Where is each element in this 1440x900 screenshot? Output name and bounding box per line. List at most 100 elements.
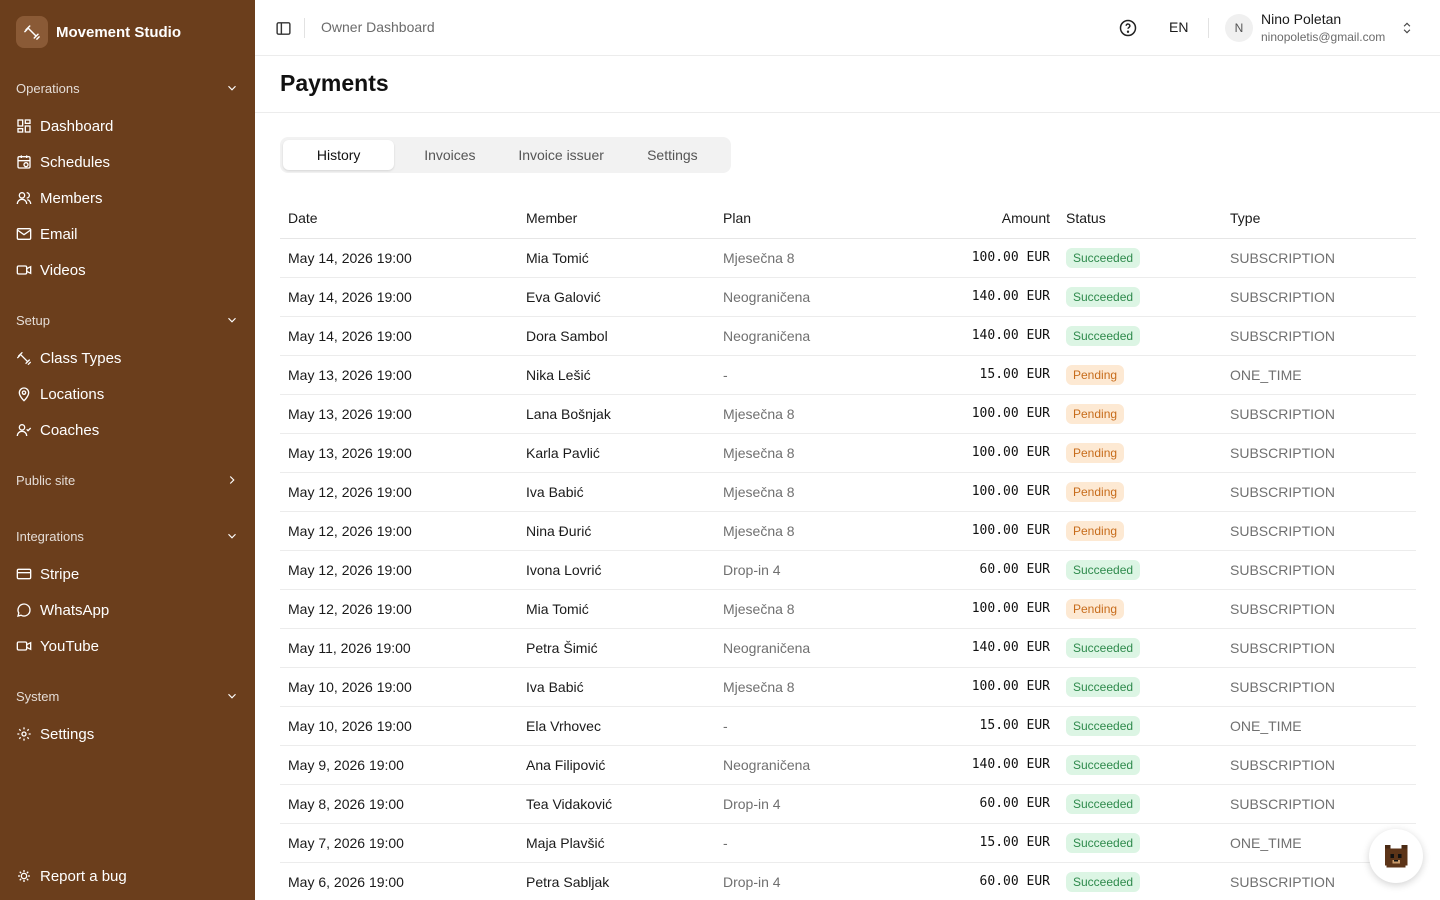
sidebar-item-coaches[interactable]: Coaches [0, 412, 255, 448]
table-row[interactable]: May 9, 2026 19:00 Ana Filipović Neograniče… [280, 745, 1416, 785]
column-header-amount[interactable]: Amount [865, 198, 1058, 239]
language-switcher[interactable]: EN [1169, 19, 1188, 35]
table-row[interactable]: May 8, 2026 19:00 Tea Vidaković Drop-in 46… [280, 784, 1416, 824]
cell-status: Succeeded [1058, 706, 1222, 746]
cell-date: May 12, 2026 19:00 [280, 550, 518, 590]
tab-invoices[interactable]: Invoices [394, 140, 505, 170]
assistant-bot-button[interactable] [1369, 829, 1423, 883]
sidebar-item-whatsapp[interactable]: WhatsApp [0, 592, 255, 628]
cell-amount: 15.00 EUR [865, 355, 1058, 395]
report-bug-label: Report a bug [40, 867, 127, 885]
table-row[interactable]: May 10, 2026 19:00 Ela Vrhovec -15.00 EUR S… [280, 706, 1416, 746]
breadcrumb[interactable]: Owner Dashboard [321, 19, 435, 35]
status-badge: Succeeded [1066, 559, 1141, 580]
cell-member: Ivona Lovrić [518, 550, 715, 590]
tab-invoice-issuer[interactable]: Invoice issuer [506, 140, 617, 170]
report-bug-button[interactable]: Report a bug [0, 858, 143, 894]
column-header-status[interactable]: Status [1058, 198, 1222, 239]
sidebar-item-dashboard[interactable]: Dashboard [0, 108, 255, 144]
sidebar-item-videos[interactable]: Videos [0, 252, 255, 288]
table-row[interactable]: May 11, 2026 19:00 Petra Šimić Neograničen… [280, 628, 1416, 668]
sidebar-item-locations[interactable]: Locations [0, 376, 255, 412]
table-row[interactable]: May 13, 2026 19:00 Lana Bošnjak Mjesečna 8… [280, 394, 1416, 434]
table-row[interactable]: May 12, 2026 19:00 Nina Đurić Mjesečna 8 10… [280, 511, 1416, 551]
cell-member: Lana Bošnjak [518, 394, 715, 434]
status-badge: Succeeded [1066, 715, 1141, 736]
avatar[interactable]: N [1225, 14, 1253, 42]
status-badge: Succeeded [1066, 676, 1141, 697]
page-header: Payments [255, 56, 1440, 113]
cell-member: Dora Sambol [518, 316, 715, 356]
section-operations: Operations Dashboard Schedules Members E… [0, 76, 255, 288]
cell-type: SUBSCRIPTION [1222, 394, 1416, 434]
cell-plan: Drop-in 4 [715, 550, 865, 590]
section-operations-toggle[interactable]: Operations [0, 76, 255, 100]
cell-status: Succeeded [1058, 550, 1222, 590]
status-badge: Succeeded [1066, 832, 1141, 853]
tab-history[interactable]: History [283, 140, 395, 170]
cell-status: Succeeded [1058, 823, 1222, 863]
cell-plan: Neograničena [715, 745, 865, 785]
tab-settings[interactable]: Settings [617, 140, 728, 170]
table-row[interactable]: May 14, 2026 19:00 Eva Galović Neograničen… [280, 277, 1416, 317]
cell-member: Karla Pavlić [518, 433, 715, 473]
sidebar-item-label: Stripe [40, 565, 80, 583]
table-row[interactable]: May 13, 2026 19:00 Karla Pavlić Mjesečna 8… [280, 433, 1416, 473]
sidebar-item-stripe[interactable]: Stripe [0, 556, 255, 592]
cell-member: Ana Filipović [518, 745, 715, 785]
cell-amount: 100.00 EUR [865, 394, 1058, 434]
cell-type: SUBSCRIPTION [1222, 277, 1416, 317]
cell-plan: Mjesečna 8 [715, 433, 865, 473]
sidebar-toggle-icon[interactable] [273, 18, 293, 38]
section-setup-toggle[interactable]: Setup [0, 308, 255, 332]
video-icon [16, 262, 32, 278]
cell-type: SUBSCRIPTION [1222, 628, 1416, 668]
table-row[interactable]: May 12, 2026 19:00 Iva Babić Mjesečna 8 100… [280, 472, 1416, 512]
cell-member: Ela Vrhovec [518, 706, 715, 746]
section-title: Integrations [16, 528, 84, 544]
chevron-right-icon [229, 476, 235, 484]
sidebar-item-label: Coaches [40, 421, 100, 439]
table-row[interactable]: May 14, 2026 19:00 Mia Tomić Mjesečna 8 100… [280, 238, 1416, 278]
sidebar-item-label: Dashboard [40, 117, 114, 135]
brand[interactable]: Movement Studio [16, 16, 181, 48]
table-row[interactable]: May 12, 2026 19:00 Ivona Lovrić Drop-in 46… [280, 550, 1416, 590]
table-row[interactable]: May 10, 2026 19:00 Iva Babić Mjesečna 8 100… [280, 667, 1416, 707]
user-check-icon [16, 422, 32, 438]
status-badge: Pending [1066, 598, 1125, 619]
sidebar-item-youtube[interactable]: YouTube [0, 628, 255, 664]
sidebar-item-members[interactable]: Members [0, 180, 255, 216]
column-header-member[interactable]: Member [518, 198, 715, 239]
user-name[interactable]: Nino Poletan [1261, 11, 1341, 27]
help-circle-icon[interactable] [1118, 18, 1138, 38]
cell-amount: 15.00 EUR [865, 823, 1058, 863]
column-header-plan[interactable]: Plan [715, 198, 865, 239]
bear-avatar-icon [1384, 844, 1408, 868]
table-row[interactable]: May 14, 2026 19:00 Dora Sambol Neograničen… [280, 316, 1416, 356]
cell-date: May 12, 2026 19:00 [280, 589, 518, 629]
section-setup: Setup Class Types Locations Coaches [0, 308, 255, 448]
cell-status: Pending [1058, 472, 1222, 512]
section-integrations-toggle[interactable]: Integrations [0, 524, 255, 548]
dumbbell-icon [16, 350, 32, 366]
sidebar-item-class-types[interactable]: Class Types [0, 340, 255, 376]
cell-amount: 100.00 EUR [865, 238, 1058, 278]
chevron-down-icon [228, 317, 236, 323]
section-public-site-toggle[interactable]: Public site [0, 468, 255, 492]
sidebar-item-email[interactable]: Email [0, 216, 255, 252]
column-header-date[interactable]: Date [280, 198, 518, 239]
cell-plan: - [715, 355, 865, 395]
sidebar-item-schedules[interactable]: Schedules [0, 144, 255, 180]
table-row[interactable]: May 12, 2026 19:00 Mia Tomić Mjesečna 8 100… [280, 589, 1416, 629]
table-row[interactable]: May 6, 2026 19:00 Petra Sabljak Drop-in 46… [280, 862, 1416, 900]
cell-member: Mia Tomić [518, 589, 715, 629]
table-row[interactable]: May 7, 2026 19:00 Maja Plavšić -15.00 EUR S… [280, 823, 1416, 863]
column-header-type[interactable]: Type [1222, 198, 1416, 239]
table-row[interactable]: May 13, 2026 19:00 Nika Lešić -15.00 EUR Pe… [280, 355, 1416, 395]
payments-table-container: Date Member Plan Amount Status Type May … [280, 198, 1416, 900]
chevrons-up-down-icon[interactable] [1399, 19, 1415, 37]
cell-member: Nina Đurić [518, 511, 715, 551]
section-system-toggle[interactable]: System [0, 684, 255, 708]
cell-status: Pending [1058, 589, 1222, 629]
sidebar-item-settings[interactable]: Settings [0, 716, 255, 752]
